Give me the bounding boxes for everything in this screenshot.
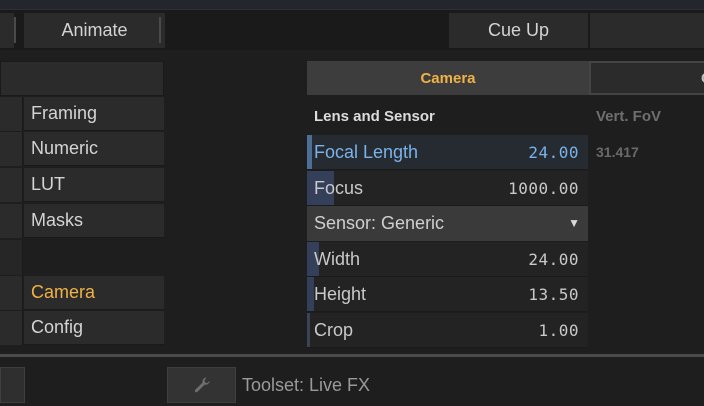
vert-fov-value: 31.417 [596,144,639,160]
nav-stub [0,168,23,202]
triangle-down-icon: ▼ [568,216,580,230]
animate-button[interactable]: Animate [24,13,165,48]
focal-length-label: Focal Length [314,142,419,162]
nav-item-label: Numeric [31,138,99,158]
height-label: Height [314,284,367,304]
width-field[interactable]: Width 24.00 [307,242,588,277]
nav-item-masks[interactable]: Masks [24,204,164,238]
nav-header [0,61,164,96]
field-accent [307,313,310,347]
focus-value: 1000.00 [508,179,579,198]
focal-length-value: 24.00 [528,143,579,162]
height-value: 13.50 [528,285,579,304]
crop-field[interactable]: Crop 1.00 [307,313,588,348]
menu-stub [0,13,14,48]
width-value: 24.00 [528,250,579,269]
bottom-left-button[interactable] [0,367,25,403]
focus-label: Focus [314,178,364,198]
nav-item-label: Config [31,317,84,337]
focus-field[interactable]: Focus 1000.00 [307,171,588,206]
tab-camera-label: Camera [420,69,476,87]
nav-item-label: Camera [31,282,96,302]
nav-gap [0,240,23,275]
wrench-icon [194,377,210,393]
nav-item-label: Framing [31,103,98,123]
nav-item-config[interactable]: Config [24,311,164,345]
tab-camera[interactable]: Camera [307,61,589,95]
menu-separator [14,17,16,43]
nav-stub [0,132,23,166]
vert-fov-label: Vert. FoV [596,108,662,125]
tab-other[interactable]: C [589,61,704,95]
menu-button-partial[interactable] [590,13,704,48]
focal-length-field[interactable]: Focal Length 24.00 [307,135,588,170]
nav-item-framing[interactable]: Framing [24,97,164,131]
nav-item-lut[interactable]: LUT [24,168,164,202]
nav-item-numeric[interactable]: Numeric [24,132,164,166]
cue-up-label: Cue Up [487,20,550,40]
nav-item-label: LUT [31,174,66,194]
animate-label: Animate [61,20,128,40]
sensor-dropdown[interactable]: Sensor: Generic ▼ [307,206,588,241]
width-label: Width [314,249,361,269]
field-fill [307,277,314,311]
nav-stub [0,311,23,345]
cue-up-button[interactable]: Cue Up [449,13,588,48]
crop-value: 1.00 [538,321,579,340]
crop-label: Crop [314,320,354,340]
section-title: Lens and Sensor [314,108,435,125]
toolset-label: Toolset: Live FX [242,375,371,395]
nav-item-camera[interactable]: Camera [24,276,164,310]
height-field[interactable]: Height 13.50 [307,277,588,312]
menu-separator [159,17,161,43]
title-strip [0,0,704,10]
nav-stub [0,97,23,131]
wrench-button[interactable] [167,367,236,403]
nav-stub [0,204,23,238]
nav-stub [0,276,23,310]
nav-item-label: Masks [31,210,84,230]
field-accent [307,135,312,169]
sensor-label: Sensor: Generic [314,213,445,233]
